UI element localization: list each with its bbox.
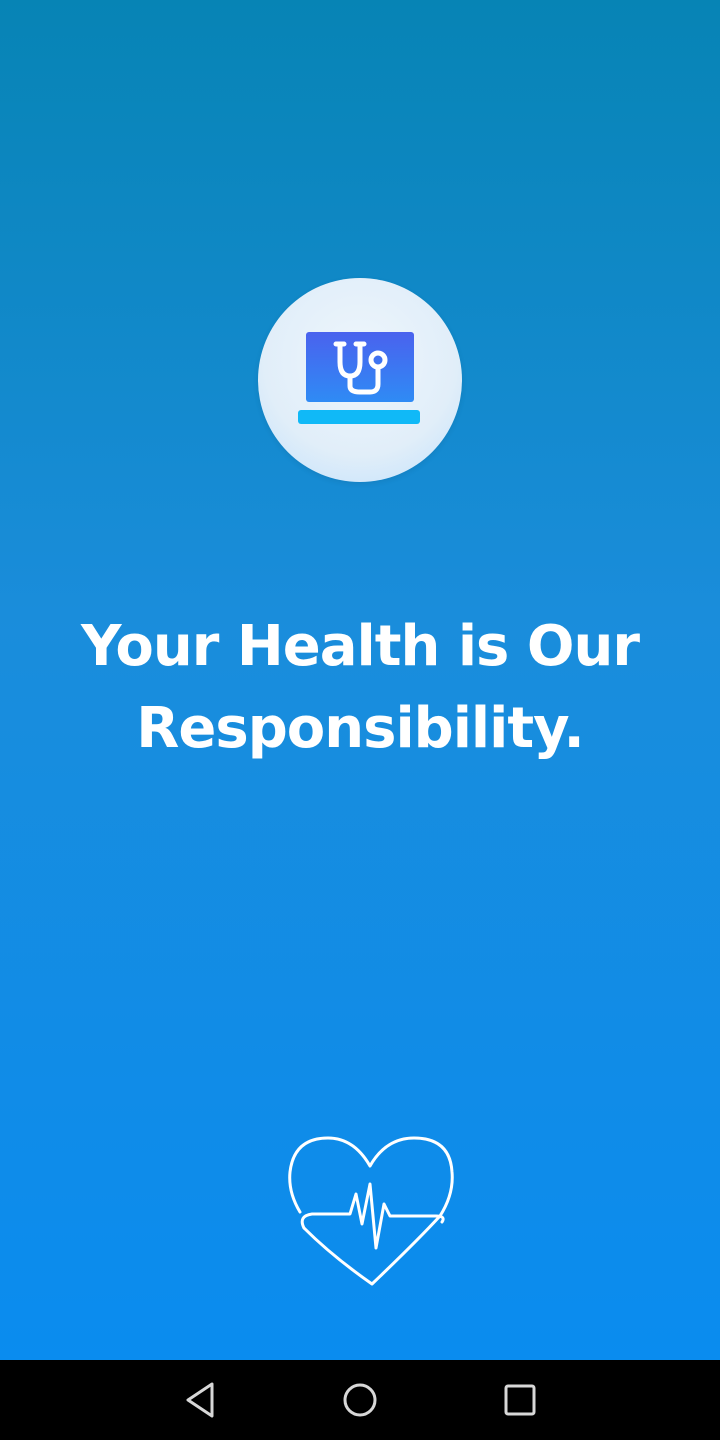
- splash-screen: Your Health is Our Responsibility.: [0, 0, 720, 1360]
- home-button[interactable]: [336, 1376, 384, 1424]
- circle-home-icon: [343, 1383, 377, 1417]
- heart-pulse-icon: [288, 1136, 454, 1286]
- square-recents-icon: [504, 1384, 536, 1416]
- app-logo: [258, 278, 462, 482]
- laptop-stethoscope-icon: [298, 332, 420, 424]
- triangle-back-icon: [186, 1382, 214, 1418]
- navigation-bar: [0, 1360, 720, 1440]
- app-screen: Your Health is Our Responsibility.: [0, 0, 720, 1440]
- recents-button[interactable]: [496, 1376, 544, 1424]
- tagline: Your Health is Our Responsibility.: [81, 614, 640, 761]
- back-button[interactable]: [176, 1376, 224, 1424]
